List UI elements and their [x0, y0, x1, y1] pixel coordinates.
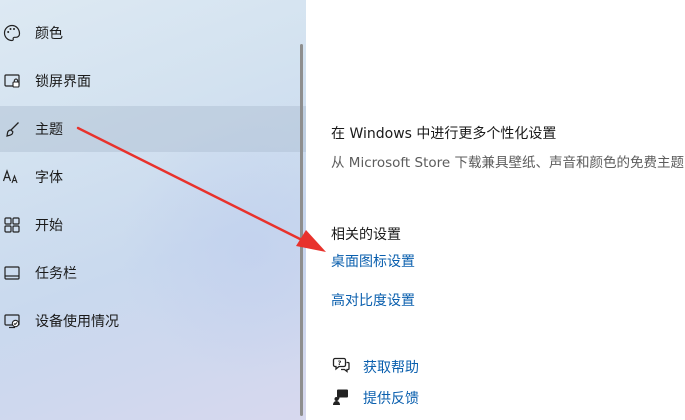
sidebar-item-lock-screen[interactable]: 锁屏界面 — [0, 58, 306, 104]
related-settings-title: 相关的设置 — [331, 227, 401, 243]
give-feedback-link[interactable]: 提供反馈 — [363, 388, 419, 408]
desktop-icon-settings-link[interactable]: 桌面图标设置 — [331, 251, 415, 271]
sidebar-item-label: 颜色 — [35, 26, 63, 42]
sidebar-item-taskbar[interactable]: 任务栏 — [0, 250, 306, 296]
lock-screen-icon — [2, 71, 22, 91]
get-help-link[interactable]: 获取帮助 — [363, 357, 419, 377]
font-icon — [2, 167, 22, 187]
sidebar-item-fonts[interactable]: 字体 — [0, 154, 306, 200]
sidebar-item-label: 锁屏界面 — [35, 74, 91, 90]
sidebar-item-colors[interactable]: 颜色 — [0, 10, 306, 56]
sidebar-item-start[interactable]: 开始 — [0, 202, 306, 248]
start-grid-icon — [2, 215, 22, 235]
brush-icon — [2, 119, 22, 139]
sidebar-item-label: 开始 — [35, 218, 63, 234]
high-contrast-settings-link[interactable]: 高对比度设置 — [331, 290, 415, 310]
themes-content-pane: 在 Windows 中进行更多个性化设置 从 Microsoft Store 下… — [306, 0, 685, 420]
sidebar-item-themes[interactable]: 主题 — [0, 106, 306, 152]
feedback-icon — [332, 388, 350, 406]
sidebar-item-label: 任务栏 — [35, 266, 77, 282]
sidebar-item-label: 设备使用情况 — [35, 314, 119, 330]
get-help-icon: ? — [332, 356, 350, 374]
device-usage-icon — [2, 311, 22, 331]
sidebar-item-label: 字体 — [35, 170, 63, 186]
settings-sidebar: 颜色 锁屏界面 主题 字体 开始 任务栏 设备使用情况 — [0, 0, 380, 420]
store-section-description: 从 Microsoft Store 下载兼具壁纸、声音和颜色的免费主题 — [331, 155, 684, 171]
sidebar-item-device-usage[interactable]: 设备使用情况 — [0, 298, 306, 344]
palette-icon — [2, 23, 22, 43]
taskbar-icon — [2, 263, 22, 283]
svg-text:?: ? — [338, 359, 342, 367]
sidebar-item-label: 主题 — [35, 122, 63, 138]
store-section-title: 在 Windows 中进行更多个性化设置 — [331, 126, 557, 142]
sidebar-scrollbar[interactable] — [300, 44, 303, 416]
